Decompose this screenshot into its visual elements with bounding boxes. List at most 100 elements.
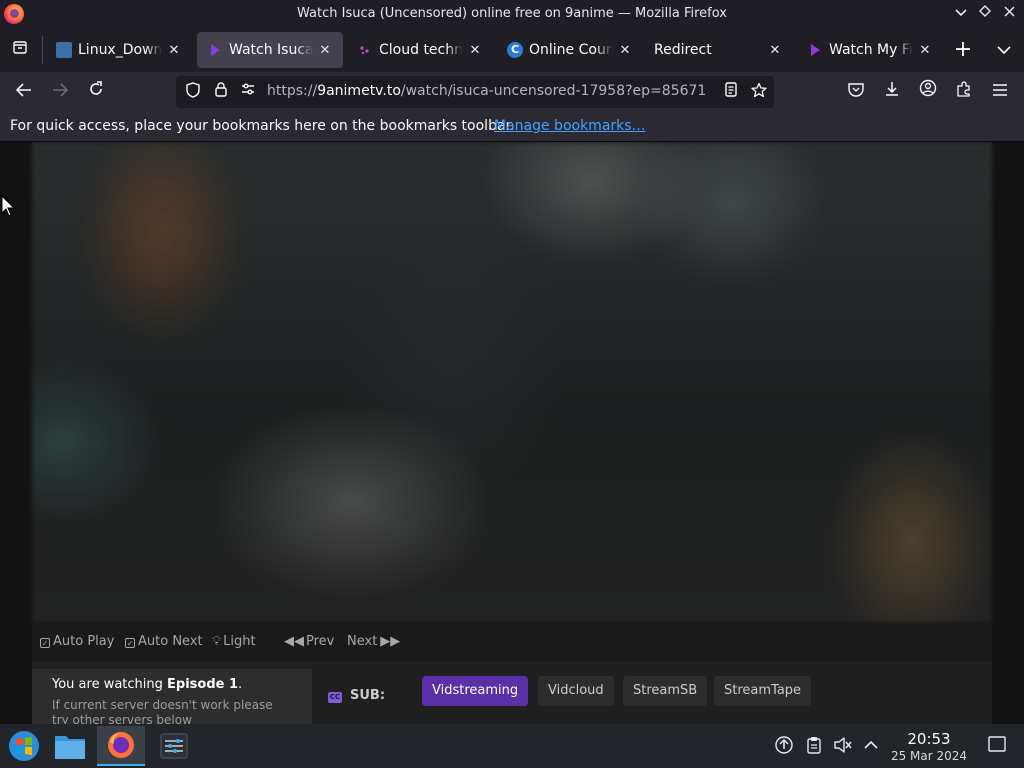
tab-label: Watch My First Girlfriend [829, 42, 913, 58]
shield-icon[interactable] [183, 82, 203, 102]
account-icon [919, 79, 937, 97]
now-watching-prefix: You are watching [52, 677, 168, 692]
tab-online-courses[interactable]: C Online Courses ✕ [497, 32, 643, 68]
server-streamsb-button[interactable]: StreamSB [623, 676, 708, 706]
maximize-window-button[interactable] [975, 4, 995, 24]
app-menu-button[interactable] [986, 78, 1014, 106]
tab-close-button[interactable]: ✕ [467, 43, 483, 58]
volume-muted-icon[interactable] [833, 736, 853, 756]
sub-label: CC SUB: [328, 688, 385, 703]
downloads-button[interactable] [878, 78, 906, 106]
permissions-icon[interactable] [238, 82, 258, 102]
auto-play-label: Auto Play [53, 634, 115, 649]
closed-captions-icon: CC [328, 692, 342, 703]
auto-next-toggle[interactable]: ✓ Auto Next [125, 634, 203, 649]
download-icon [886, 82, 898, 96]
pocket-button[interactable] [842, 78, 870, 106]
tab-redirect[interactable]: Redirect ✕ [647, 32, 793, 68]
checkbox-icon: ✓ [125, 638, 135, 648]
now-watching-title: You are watching Episode 1. [52, 677, 292, 692]
address-bar[interactable]: https://9animetv.to/watch/isuca-uncensor… [176, 76, 774, 108]
tab-close-button[interactable]: ✕ [917, 43, 933, 58]
account-button[interactable] [914, 78, 942, 106]
pocket-icon [848, 83, 864, 97]
minimize-window-button[interactable] [951, 4, 971, 24]
firefox-icon [108, 732, 134, 758]
tab-label: Watch Isuca (Uncensored) [229, 42, 313, 58]
arrow-left-icon [15, 83, 31, 97]
window-title: Watch Isuca (Uncensored) online free on … [297, 6, 727, 21]
settings-sliders-icon [160, 733, 188, 759]
new-tab-button[interactable]: + [949, 36, 977, 64]
server-hint: If current server doesn't work please tr… [52, 698, 273, 724]
extensions-button[interactable] [950, 78, 978, 106]
chevron-down-icon [955, 9, 967, 17]
file-manager-button[interactable] [46, 726, 94, 766]
auto-play-toggle[interactable]: ✓ Auto Play [40, 634, 114, 649]
now-watching-suffix: . [238, 677, 243, 692]
lightbulb-icon: 💡︎ [212, 634, 222, 649]
clock-date: 25 Mar 2024 [890, 749, 968, 763]
light-toggle[interactable]: 💡︎ Light [212, 634, 256, 649]
navigation-toolbar: https://9animetv.to/watch/isuca-uncensor… [0, 72, 1024, 112]
start-menu-icon [9, 731, 39, 761]
manage-bookmarks-link[interactable]: Manage bookmarks… [494, 118, 646, 134]
tab-close-button[interactable]: ✕ [617, 43, 633, 58]
folder-icon [55, 736, 85, 759]
chevron-down-icon [997, 46, 1011, 55]
window-titlebar: Watch Isuca (Uncensored) online free on … [0, 0, 1024, 28]
tab-linux-downloads[interactable]: Linux_Downloads ✕ [46, 32, 192, 68]
reload-button[interactable] [82, 78, 110, 106]
update-notifier-icon[interactable] [774, 736, 794, 756]
list-all-tabs-button[interactable] [990, 36, 1018, 64]
forward-button[interactable] [46, 78, 74, 106]
tab-strip: Linux_Downloads ✕ Watch Isuca (Uncensore… [0, 28, 1024, 72]
url-host: 9animetv.to [317, 83, 401, 99]
lock-icon[interactable] [211, 82, 231, 102]
tab-watch-my-first-girlfriend[interactable]: Watch My First Girlfriend ✕ [797, 32, 943, 68]
system-tray-expand-icon[interactable] [861, 736, 881, 756]
current-episode: Episode 1 [167, 677, 239, 692]
auto-next-label: Auto Next [138, 634, 203, 649]
prev-label: Prev [306, 634, 335, 649]
server-vidstreaming-button[interactable]: Vidstreaming [422, 676, 529, 706]
play-icon [807, 42, 823, 58]
system-settings-button[interactable] [150, 726, 198, 766]
tab-close-button[interactable]: ✕ [317, 43, 333, 58]
puzzle-icon [957, 81, 970, 97]
close-window-button[interactable] [999, 4, 1019, 24]
server-vidcloud-button[interactable]: Vidcloud [538, 676, 614, 706]
tab-cloud-technology[interactable]: Cloud technology ✕ [347, 32, 493, 68]
server-streamtape-button[interactable]: StreamTape [714, 676, 812, 706]
bookmarks-empty-message: For quick access, place your bookmarks h… [10, 118, 515, 134]
url-scheme: https:// [267, 83, 318, 99]
rewind-icon: ◀◀ [284, 634, 304, 649]
show-desktop-button[interactable] [987, 736, 1007, 756]
wiki-icon [56, 42, 72, 58]
firefox-taskbar-button[interactable] [97, 726, 145, 766]
next-label: Next [347, 634, 378, 649]
prev-episode-button[interactable]: ◀◀ Prev [284, 634, 334, 649]
tab-close-button[interactable]: ✕ [166, 43, 182, 58]
server-selector: You are watching Episode 1. If current s… [32, 661, 992, 724]
bookmarks-toolbar: For quick access, place your bookmarks h… [0, 112, 1024, 142]
close-icon [1003, 6, 1015, 17]
url-text[interactable]: https://9animetv.to/watch/isuca-uncensor… [267, 83, 706, 99]
tab-close-button[interactable]: ✕ [767, 43, 783, 58]
clock-time: 20:53 [907, 730, 951, 748]
now-watching-box: You are watching Episode 1. If current s… [32, 669, 312, 724]
next-episode-button[interactable]: Next ▶▶ [347, 634, 400, 649]
tab-label: Redirect [654, 42, 712, 58]
reader-view-icon[interactable] [721, 82, 741, 102]
start-menu-button[interactable] [0, 726, 48, 766]
player-controls: ✓ Auto Play ✓ Auto Next 💡︎ Light ◀◀ Prev Nex… [32, 623, 992, 661]
tab-watch-isuca[interactable]: Watch Isuca (Uncensored) ✕ [197, 32, 343, 68]
page-content: ✓ Auto Play ✓ Auto Next 💡︎ Light ◀◀ Prev Nex… [0, 142, 1024, 724]
back-button[interactable] [10, 78, 38, 106]
video-player[interactable] [32, 142, 992, 623]
digital-clock[interactable]: 20:53 25 Mar 2024 [884, 730, 974, 763]
checkbox-icon: ✓ [40, 638, 50, 648]
bookmark-star-icon[interactable] [749, 82, 769, 102]
firefox-view-button[interactable] [6, 36, 34, 64]
clipboard-icon[interactable] [804, 736, 824, 756]
